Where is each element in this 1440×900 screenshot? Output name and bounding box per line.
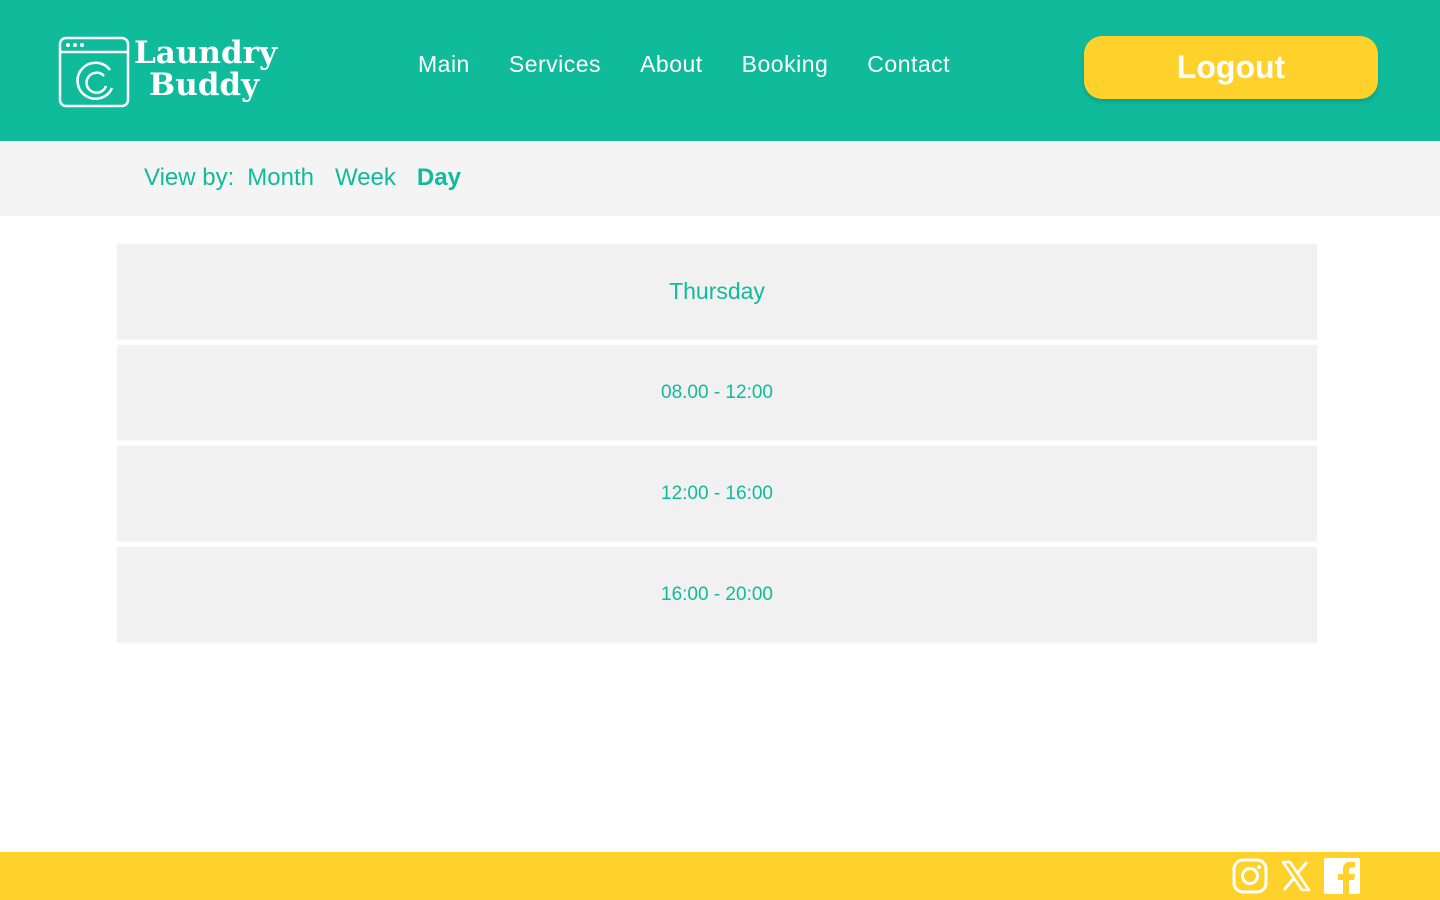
facebook-icon[interactable] bbox=[1323, 857, 1361, 895]
time-slot[interactable]: 16:00 - 20:00 bbox=[117, 547, 1317, 642]
header: Laundry Buddy Main Services About Bookin… bbox=[0, 0, 1440, 141]
time-slot[interactable]: 08.00 - 12:00 bbox=[117, 345, 1317, 440]
nav-item-main[interactable]: Main bbox=[418, 48, 470, 80]
day-title: Thursday bbox=[117, 244, 1317, 339]
view-option-month[interactable]: Month bbox=[247, 164, 314, 192]
brand-line2: Buddy bbox=[149, 67, 260, 103]
footer bbox=[0, 852, 1440, 900]
nav-item-contact[interactable]: Contact bbox=[867, 48, 950, 80]
view-selector: View by: Month Week Day bbox=[144, 164, 482, 192]
instagram-icon[interactable] bbox=[1231, 857, 1269, 895]
logo[interactable]: Laundry Buddy bbox=[58, 36, 277, 108]
time-slot[interactable]: 12:00 - 16:00 bbox=[117, 446, 1317, 541]
nav-item-booking[interactable]: Booking bbox=[742, 48, 829, 80]
day-schedule: Thursday 08.00 - 12:00 12:00 - 16:00 16:… bbox=[117, 244, 1317, 648]
nav-item-about[interactable]: About bbox=[640, 48, 703, 80]
main-nav: Main Services About Booking Contact bbox=[418, 48, 989, 80]
washing-machine-icon bbox=[58, 36, 130, 108]
view-selector-bar: View by: Month Week Day bbox=[0, 141, 1440, 216]
brand-line1: Laundry bbox=[134, 35, 277, 71]
brand-name: Laundry Buddy bbox=[134, 37, 277, 101]
logout-button[interactable]: Logout bbox=[1084, 36, 1378, 99]
view-by-label: View by: bbox=[144, 164, 235, 191]
view-option-day[interactable]: Day bbox=[417, 164, 461, 192]
nav-item-services[interactable]: Services bbox=[509, 48, 601, 80]
x-icon[interactable] bbox=[1277, 857, 1315, 895]
view-option-week[interactable]: Week bbox=[335, 164, 396, 192]
